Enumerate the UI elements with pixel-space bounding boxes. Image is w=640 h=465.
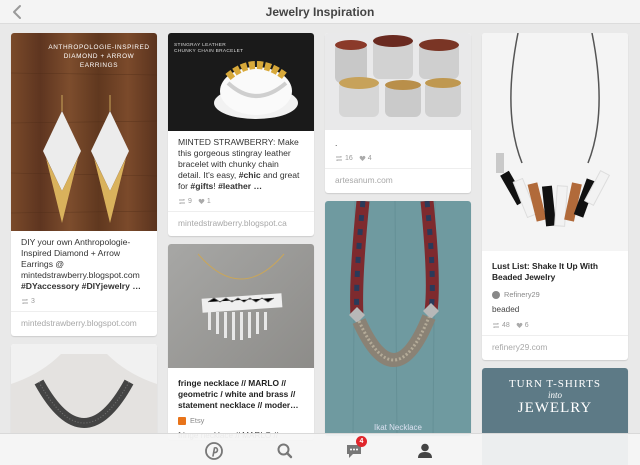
repin-icon [22, 299, 28, 304]
tab-home[interactable] [203, 440, 225, 462]
pin-stats: 48 6 [482, 314, 628, 335]
pin-image[interactable] [325, 33, 471, 130]
page-title: Jewelry Inspiration [265, 5, 375, 19]
pin-source[interactable]: mintedstrawberry.blogspot.com [11, 311, 157, 336]
repin-icon [179, 199, 185, 204]
pin-column-3: . 16 4 artesanum.com Ikat Necklace [325, 33, 471, 444]
image-overlay-text: TURN T-SHIRTS into JEWELRY [508, 378, 602, 416]
notification-badge: 4 [356, 436, 367, 447]
tab-profile[interactable] [414, 440, 436, 462]
pin-stats: 16 4 [325, 151, 471, 168]
repin-icon [493, 323, 499, 328]
pin-card[interactable]: STINGRAY LEATHER CHUNKY CHAIN BRACELET M… [168, 33, 314, 236]
bracelet-illustration [214, 61, 298, 119]
pin-image[interactable] [482, 33, 628, 251]
pin-column-4: Lust List: Shake It Up With Beaded Jewel… [482, 33, 628, 465]
pin-image[interactable] [168, 244, 314, 368]
ikat-necklace-illustration [349, 201, 439, 436]
image-overlay-text: ANTHROPOLOGIE-INSPIRED DIAMOND + ARROW E… [48, 44, 150, 69]
heart-icon [359, 155, 366, 161]
pin-title: fringe necklace // MARLO // geometric / … [178, 378, 299, 410]
pin-description: MINTED STRAWBERRY: Make this gorgeous st… [178, 137, 300, 191]
pin-stats: 3 [11, 294, 157, 311]
image-bottom-text: Ikat Necklace [373, 423, 423, 432]
pin-via[interactable]: Etsy [168, 413, 314, 425]
refinery29-icon [492, 290, 500, 299]
bottom-tab-bar: 4 [0, 433, 640, 465]
pin-via[interactable]: Refinery29 [482, 285, 628, 299]
person-icon [418, 443, 432, 458]
pin-source[interactable]: artesanum.com [325, 168, 471, 193]
heart-icon [198, 198, 205, 204]
fringe-necklace-illustration [197, 253, 285, 340]
bangles-illustration [335, 35, 461, 117]
pin-card[interactable]: Lust List: Shake It Up With Beaded Jewel… [482, 33, 628, 360]
pin-card[interactable]: fringe necklace // MARLO // geometric / … [168, 244, 314, 440]
tab-notifications[interactable]: 4 [343, 436, 367, 462]
pin-card[interactable]: . 16 4 artesanum.com [325, 33, 471, 193]
pin-column-2: STINGRAY LEATHER CHUNKY CHAIN BRACELET M… [168, 33, 314, 448]
tab-search[interactable] [274, 440, 296, 462]
pin-image[interactable]: Ikat Necklace [325, 201, 471, 436]
heart-icon [516, 322, 523, 328]
pin-description: DIY your own Anthropologie-Inspired Diam… [21, 237, 141, 291]
pin-card[interactable]: Ikat Necklace [325, 201, 471, 436]
pin-stats: 9 1 [168, 194, 314, 211]
pin-source[interactable]: mintedstrawberry.blogspot.ca [168, 211, 314, 236]
beaded-necklace-illustration [496, 33, 611, 227]
pin-image[interactable]: STINGRAY LEATHER CHUNKY CHAIN BRACELET [168, 33, 314, 131]
etsy-icon [178, 416, 186, 425]
pin-source[interactable]: refinery29.com [482, 335, 628, 360]
repin-icon [336, 156, 342, 161]
pinterest-logo-icon [205, 442, 223, 460]
pin-column-1: ANTHROPOLOGIE-INSPIRED DIAMOND + ARROW E… [11, 33, 157, 465]
search-icon [277, 443, 293, 459]
pin-description: beaded [492, 305, 520, 314]
top-bar: Jewelry Inspiration [0, 0, 640, 24]
pin-image[interactable]: ANTHROPOLOGIE-INSPIRED DIAMOND + ARROW E… [11, 33, 157, 231]
pin-card[interactable]: ANTHROPOLOGIE-INSPIRED DIAMOND + ARROW E… [11, 33, 157, 336]
pin-title: Lust List: Shake It Up With Beaded Jewel… [492, 261, 599, 282]
pin-description: . [335, 138, 338, 148]
